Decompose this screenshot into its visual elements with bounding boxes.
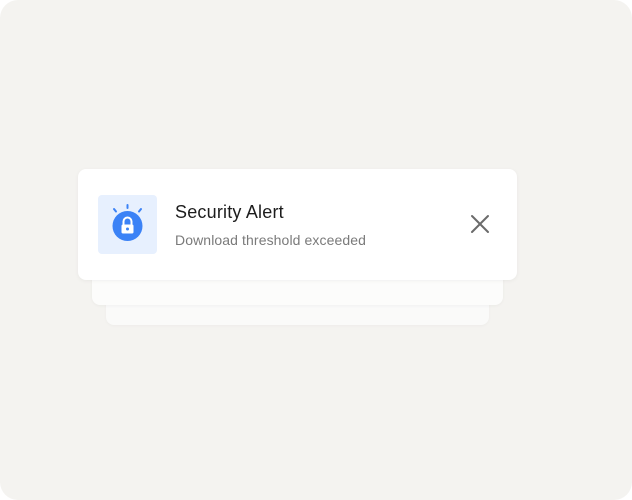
app-background: Security Alert Download threshold exceed… [0, 0, 632, 500]
notification-icon-tile [98, 195, 157, 254]
close-button[interactable] [466, 210, 496, 240]
notification-message: Download threshold exceeded [175, 232, 367, 248]
notification-title: Security Alert [175, 202, 284, 222]
notification-toast: Security Alert Download threshold exceed… [78, 169, 517, 280]
close-icon [471, 215, 489, 233]
lock-alert-icon [112, 204, 143, 241]
